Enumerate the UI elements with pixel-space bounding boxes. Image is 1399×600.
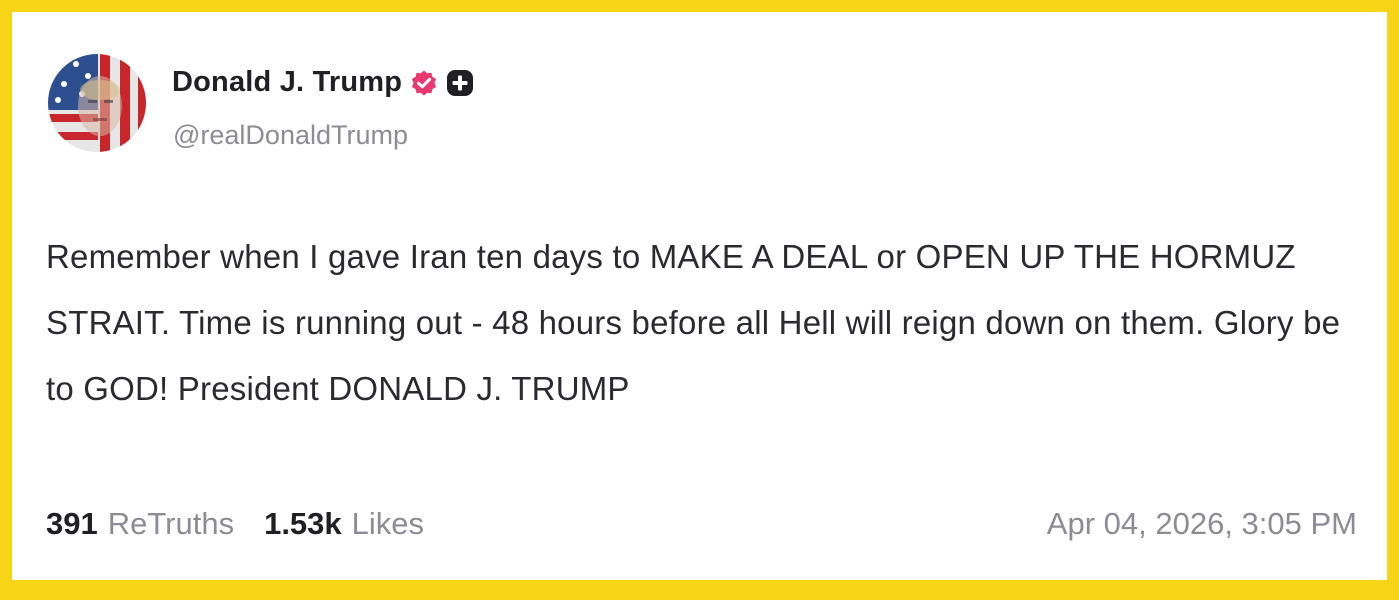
post-card: Donald J. Trump @realDonaldTrump Remembe… <box>12 12 1387 580</box>
retruths-label[interactable]: ReTruths <box>108 506 234 542</box>
likes-count[interactable]: 1.53k <box>264 506 342 542</box>
plus-icon[interactable] <box>446 69 474 97</box>
post-body: Remember when I gave Iran ten days to MA… <box>46 238 1341 407</box>
author-name[interactable]: Donald J. Trump <box>172 66 402 99</box>
profile-avatar-image <box>48 54 146 152</box>
post-timestamp[interactable]: Apr 04, 2026, 3:05 PM <box>1047 506 1357 542</box>
retruths-count[interactable]: 391 <box>46 506 98 542</box>
likes-label[interactable]: Likes <box>352 506 424 542</box>
author-handle[interactable]: @realDonaldTrump <box>173 120 408 151</box>
verified-badge-icon <box>410 69 438 97</box>
author-row: Donald J. Trump <box>172 66 474 99</box>
post-stats: 391 ReTruths 1.53k Likes <box>46 506 454 542</box>
avatar[interactable] <box>48 54 146 152</box>
